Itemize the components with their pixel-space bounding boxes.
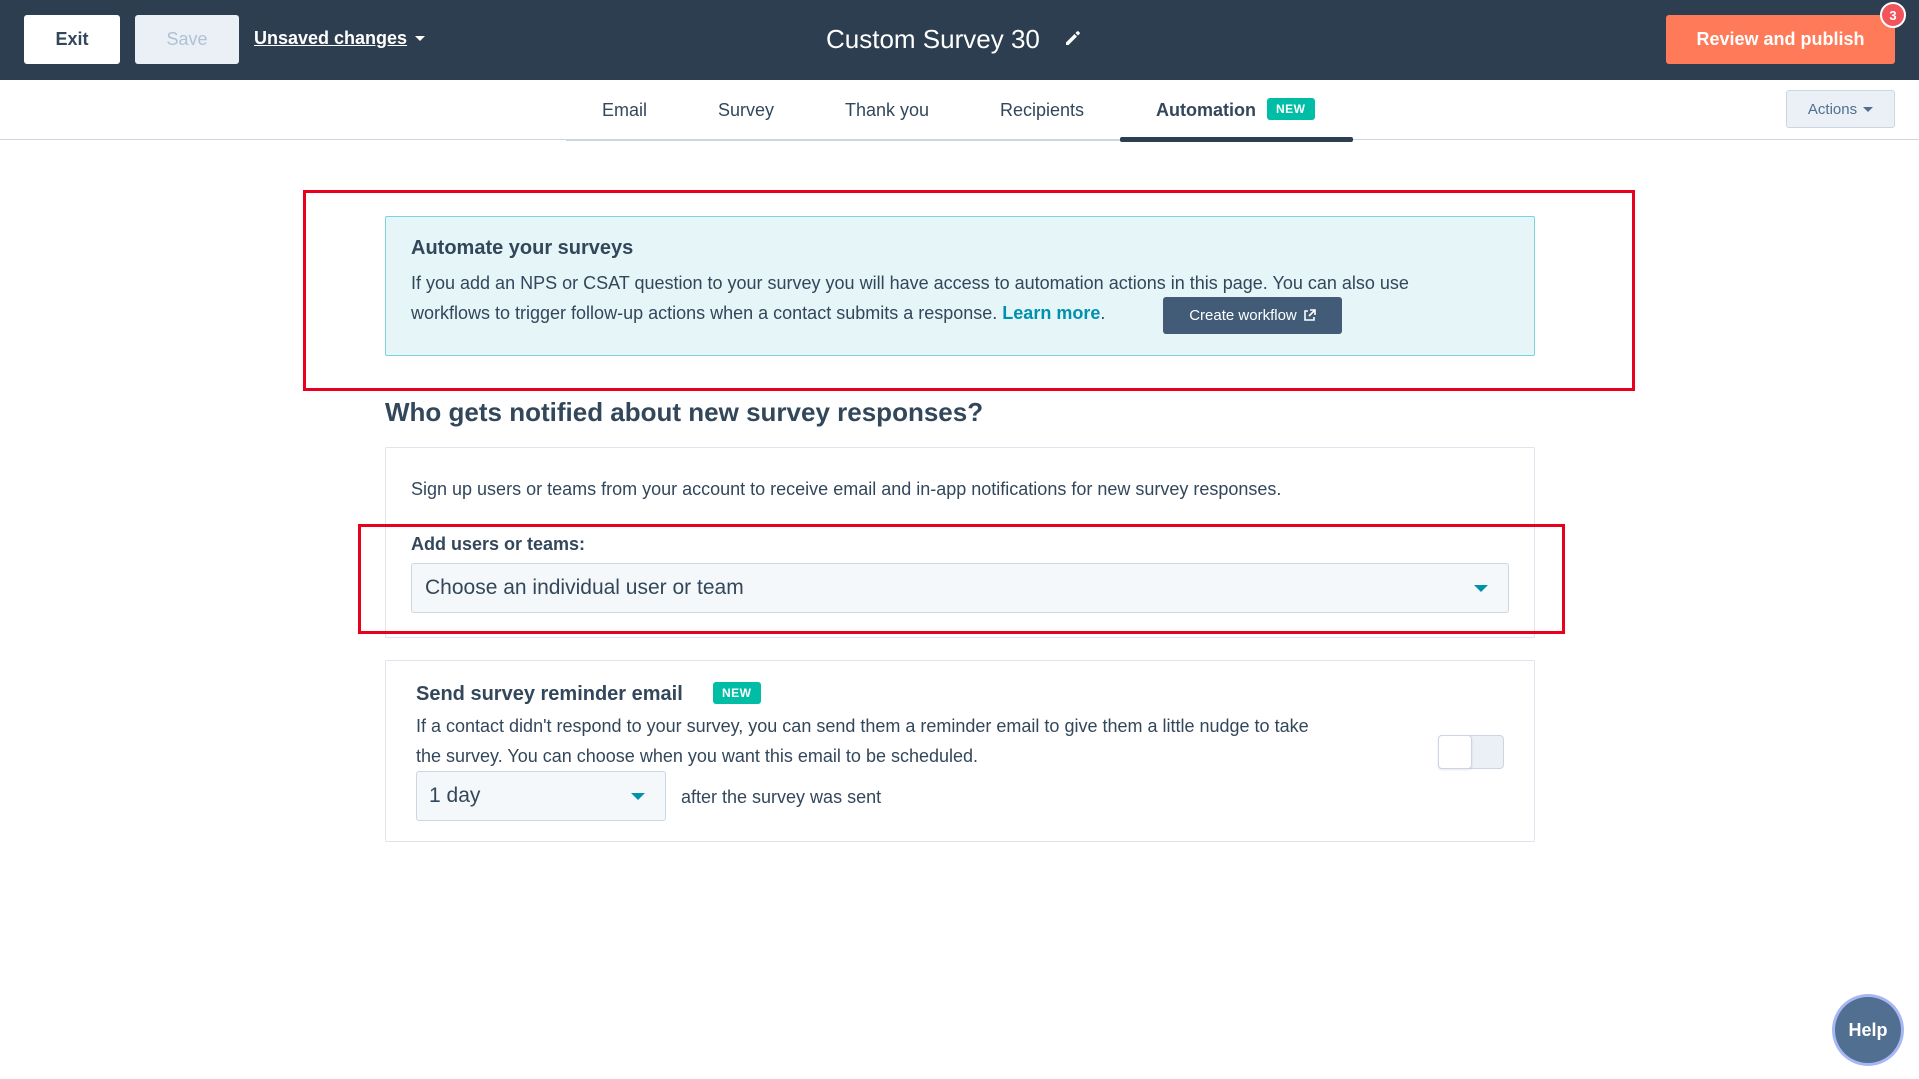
reminder-delay-select[interactable]: 1 day [416,771,666,821]
reminder-title: Send survey reminder email [416,683,683,705]
tab-automation[interactable]: Automation [1156,100,1256,121]
notified-heading: Who gets notified about new survey respo… [385,397,984,427]
tab-survey[interactable]: Survey [718,100,774,121]
toggle-knob [1438,735,1472,769]
notify-description: Sign up users or teams from your account… [411,479,1282,499]
reminder-description-line2: the survey. You can choose when you want… [416,746,979,766]
reminder-delay-value: 1 day [429,784,481,807]
save-button[interactable]: Save [135,15,239,64]
reminder-toggle[interactable] [1438,735,1504,769]
actions-dropdown-button[interactable]: Actions [1786,90,1895,128]
pencil-icon[interactable] [1064,29,1082,47]
survey-title: Custom Survey 30 [826,24,1040,54]
annotation-box-add-users [358,524,1565,634]
help-button[interactable]: Help [1835,997,1901,1063]
automation-new-badge: NEW [1267,98,1315,120]
caret-down-icon [1863,106,1874,112]
tab-thank-you[interactable]: Thank you [845,100,929,121]
actions-label: Actions [1807,100,1858,118]
reminder-description-line1: If a contact didn't respond to your surv… [416,716,1309,736]
tab-recipients[interactable]: Recipients [1000,100,1084,121]
unsaved-changes-dropdown[interactable]: Unsaved changes [254,28,426,49]
after-survey-text: after the survey was sent [681,787,882,807]
review-and-publish-button[interactable]: Review and publish [1666,15,1895,64]
tab-email[interactable]: Email [602,100,647,121]
unsaved-changes-label: Unsaved changes [254,28,408,48]
caret-down-icon [415,36,426,41]
reminder-new-badge: NEW [713,682,761,704]
caret-down-icon [631,793,645,800]
active-tab-indicator [1120,137,1353,142]
tab-bar [0,80,1919,140]
notification-badge: 3 [1880,2,1906,28]
annotation-box-automate [303,190,1635,391]
exit-button[interactable]: Exit [24,15,120,64]
